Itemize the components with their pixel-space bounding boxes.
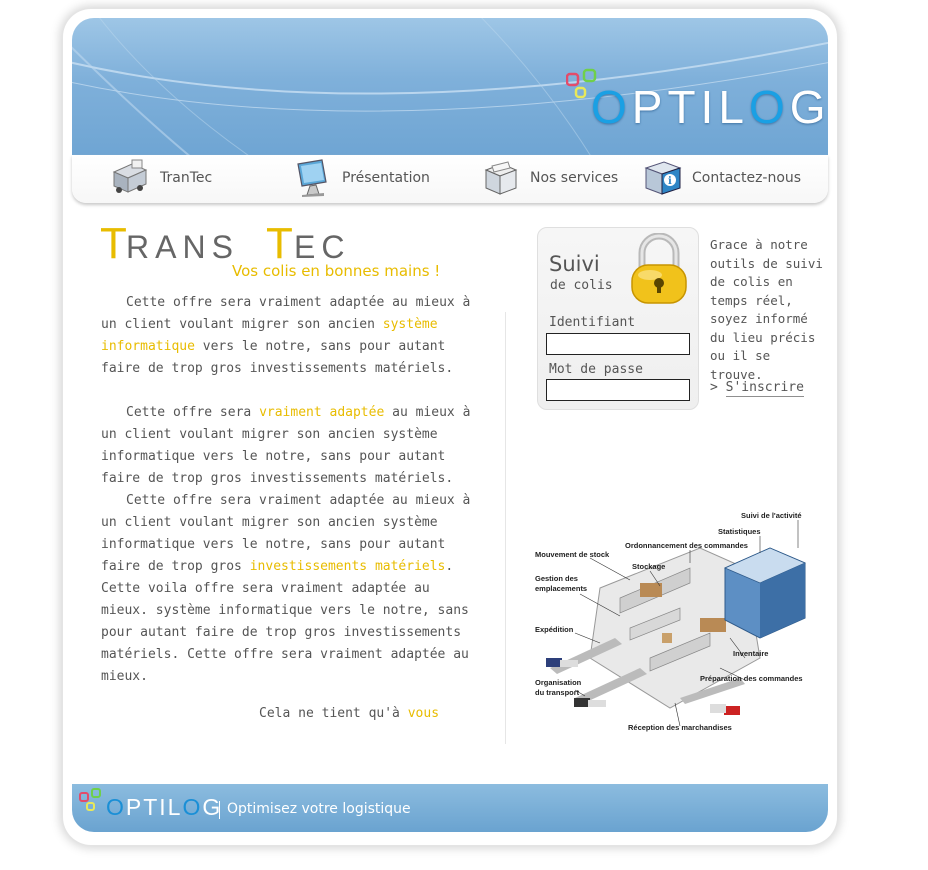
footer-separator (219, 801, 220, 819)
diagram-label-gestion-1: Gestion des (535, 574, 578, 583)
tracking-title: Suivi (549, 252, 600, 276)
diagram-label-gestion-2: emplacements (535, 584, 587, 593)
logo-text: OPTILOG (591, 81, 828, 133)
tracking-description: Grace à notre outils de suivi de colis e… (710, 237, 823, 382)
nav-item-trantec[interactable]: TranTec (110, 155, 212, 201)
diagram-label-orga-1: Organisation (535, 678, 582, 687)
transtec-title: T RANS T EC (100, 222, 350, 262)
password-label: Mot de passe (549, 362, 643, 377)
paragraph-3: Cette offre sera vraiment adaptée au mie… (101, 493, 471, 684)
main-navigation: TranTec Présentation Nos services i Cont… (72, 155, 828, 203)
diagram-label-stockage: Stockage (632, 562, 665, 571)
signup-line: > S'inscrire (710, 380, 804, 397)
warehouse-diagram: Suivi de l'activité Statistiques Ordonna… (535, 511, 806, 732)
main-content: Cette offre sera vraiment adaptée au mie… (101, 292, 479, 688)
contact-link[interactable]: vous (408, 706, 439, 721)
title-part-ec: EC (294, 229, 350, 262)
package-box-icon (484, 161, 518, 195)
diagram-label-ordo: Ordonnancement des commandes (625, 541, 748, 550)
tagline: Vos colis en bonnes mains ! (232, 262, 441, 280)
signup-link[interactable]: S'inscrire (725, 380, 804, 397)
nav-item-presentation[interactable]: Présentation (292, 155, 430, 201)
column-divider (505, 312, 506, 744)
footer: OPTILOG Optimisez votre logistique (72, 784, 828, 832)
password-input[interactable] (546, 379, 690, 401)
computer-monitor-icon (297, 159, 327, 197)
paragraph-1: Cette offre sera vraiment adaptée au mie… (101, 295, 471, 376)
title-initial-t: T (100, 222, 127, 262)
footer-logo-text: OPTILOG (106, 794, 223, 820)
paragraph-2: Cette offre sera vraiment adaptée au mie… (101, 405, 471, 486)
diagram-label-reception: Réception des marchandises (628, 723, 732, 732)
svg-text:i: i (668, 176, 672, 187)
diagram-label-stats: Statistiques (718, 527, 761, 536)
footer-logo-cubes-icon (79, 788, 101, 811)
truck-icon-2 (574, 698, 606, 707)
info-cube-icon: i (644, 161, 682, 195)
contact-line: Cela ne tient qu'à vous (259, 706, 440, 721)
footer-slogan: Optimisez votre logistique (227, 801, 411, 817)
page-title: T RANS T EC (100, 222, 370, 262)
diagram-label-expedition: Expédition (535, 625, 574, 634)
nav-item-contactez-nous[interactable]: i Contactez-nous (642, 155, 801, 201)
diagram-label-mouvement: Mouvement de stock (535, 550, 610, 559)
truck-box-icon (112, 159, 148, 193)
diagram-label-inventaire: Inventaire (733, 649, 768, 658)
tracking-login-box: Suivi de colis Identifiant Mot de passe (537, 227, 699, 410)
diagram-label-prepa: Préparation des commandes (700, 674, 803, 683)
header-banner: OPTILOG (72, 18, 828, 155)
diagram-label-suivi: Suivi de l'activité (741, 511, 802, 520)
tracking-subtitle: de colis (550, 278, 613, 293)
padlock-icon (631, 233, 687, 304)
nav-item-nos-services[interactable]: Nos services (480, 155, 618, 201)
identifiant-label: Identifiant (549, 315, 636, 330)
title-part-rans: RANS (126, 229, 239, 262)
optilog-logo[interactable]: OPTILOG (566, 68, 826, 138)
identifiant-input[interactable] (546, 333, 690, 355)
diagram-label-orga-2: du transport (535, 688, 580, 697)
truck-icon-3 (710, 704, 740, 715)
title-second-t: T (266, 222, 293, 262)
